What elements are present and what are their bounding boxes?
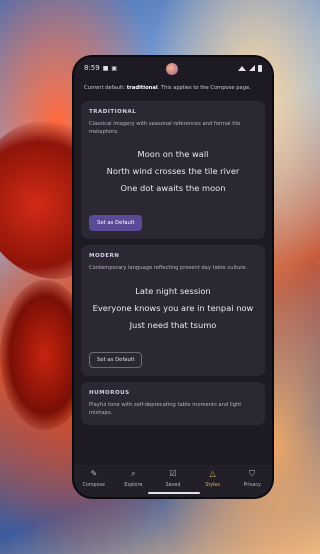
explore-icon: ⌕	[131, 469, 136, 478]
set-default-button-traditional[interactable]: Set as Default	[89, 215, 143, 232]
battery-icon	[258, 64, 262, 72]
nav-label: Compose	[82, 483, 105, 488]
current-default-notice: Current default: traditional. This appli…	[84, 85, 251, 91]
compose-icon: ✎	[90, 469, 98, 478]
poem-line: Moon on the wall	[137, 149, 209, 160]
style-description: Playful tone with self-deprecating table…	[89, 402, 242, 416]
clock: 8:59	[84, 64, 100, 72]
poem-line: North wind crosses the tile river	[106, 166, 240, 177]
poem-line: One dot awaits the moon	[120, 183, 226, 194]
set-default-button-modern[interactable]: Set as Default	[89, 352, 143, 369]
nav-label: Styles	[205, 483, 220, 488]
nav-label: Explore	[124, 483, 143, 488]
wifi-icon	[238, 65, 246, 71]
poem-line: Late night session	[135, 285, 211, 296]
home-indicator[interactable]	[148, 492, 200, 494]
nav-styles[interactable]: △ Styles	[195, 469, 231, 489]
saved-icon: ☑	[169, 469, 177, 478]
poem-line: Everyone knows you are in tenpai now	[92, 303, 254, 314]
current-default-value: traditional	[126, 85, 158, 91]
style-description: Classical imagery with seasonal referenc…	[89, 121, 241, 135]
nav-saved[interactable]: ☑ Saved	[155, 469, 191, 489]
styles-icon: △	[209, 469, 216, 478]
style-card-modern: MODERN Contemporary language reflecting …	[81, 245, 265, 377]
style-title: MODERN	[89, 253, 120, 260]
nav-explore[interactable]: ⌕ Explore	[115, 469, 151, 489]
styles-list[interactable]: TRADITIONAL Classical imagery with seaso…	[74, 101, 272, 465]
privacy-icon: ⛉	[249, 469, 256, 478]
style-title: TRADITIONAL	[89, 109, 137, 115]
nav-privacy[interactable]: ⛉ Privacy	[234, 469, 270, 489]
style-card-traditional: TRADITIONAL Classical imagery with seaso…	[81, 101, 265, 240]
style-description: Contemporary language reflecting present…	[89, 265, 248, 272]
style-title: HUMOROUS	[89, 390, 130, 397]
sample-poem: Moon on the wall North wind crosses the …	[89, 149, 257, 194]
notification-icon: ■	[102, 64, 109, 72]
app-window: 8:59 ■ ▣ Current default: traditional. T…	[74, 57, 272, 497]
poem-line: Just need that tsumo	[129, 320, 217, 331]
cell-signal-icon	[249, 65, 255, 71]
nav-label: Privacy	[243, 483, 261, 488]
notification-icon-2: ▣	[111, 64, 118, 72]
camera-avatar	[166, 63, 178, 75]
style-card-humorous: HUMOROUS Playful tone with self-deprecat…	[81, 382, 265, 426]
nav-compose[interactable]: ✎ Compose	[76, 469, 112, 489]
nav-label: Saved	[165, 483, 181, 488]
sample-poem: Late night session Everyone knows you ar…	[89, 285, 257, 331]
